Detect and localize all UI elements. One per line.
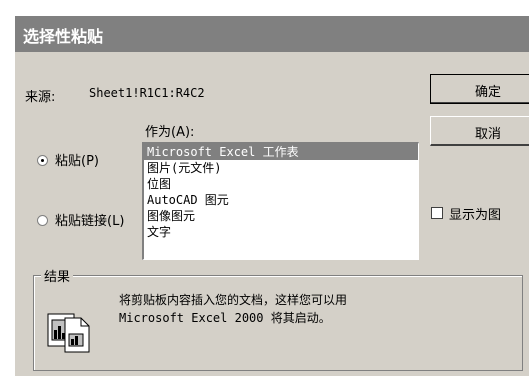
list-item[interactable]: Microsoft Excel 工作表 (144, 144, 418, 160)
result-legend: 结果 (41, 266, 74, 285)
paste-radio-label[interactable]: 粘贴(P) (55, 150, 99, 169)
display-as-icon-checkbox[interactable] (431, 207, 443, 219)
as-label: 作为(A): (145, 125, 195, 140)
list-item[interactable]: 位图 (144, 176, 418, 192)
paste-radio[interactable] (37, 155, 48, 166)
result-line-2: Microsoft Excel 2000 将其启动。 (119, 311, 331, 325)
dialog-title: 选择性粘贴 (23, 27, 104, 46)
list-item[interactable]: AutoCAD 图元 (144, 192, 418, 208)
paste-link-radio-label[interactable]: 粘贴链接(L) (55, 210, 124, 229)
list-item[interactable]: 图像图元 (144, 208, 418, 224)
paste-link-radio[interactable] (37, 215, 48, 226)
result-line-1: 将剪贴板内容插入您的文档，这样您可以用 (119, 293, 348, 307)
result-description: 将剪贴板内容插入您的文档，这样您可以用 Microsoft Excel 2000… (119, 291, 419, 327)
ok-button[interactable]: 确定 (430, 74, 529, 104)
source-label: 来源: (25, 90, 56, 105)
list-item[interactable]: 文字 (144, 224, 418, 240)
as-listbox[interactable]: Microsoft Excel 工作表 图片(元文件) 位图 AutoCAD 图… (142, 142, 419, 260)
source-value: Sheet1!R1C1:R4C2 (89, 86, 205, 100)
paste-special-dialog: 选择性粘贴 来源: Sheet1!R1C1:R4C2 作为(A): 粘贴(P) … (14, 15, 529, 376)
display-as-icon-label[interactable]: 显示为图 (449, 204, 501, 223)
list-item[interactable]: 图片(元文件) (144, 160, 418, 176)
paste-document-icon (47, 313, 90, 353)
title-bar: 选择性粘贴 (15, 16, 529, 52)
cancel-button[interactable]: 取消 (430, 116, 529, 146)
